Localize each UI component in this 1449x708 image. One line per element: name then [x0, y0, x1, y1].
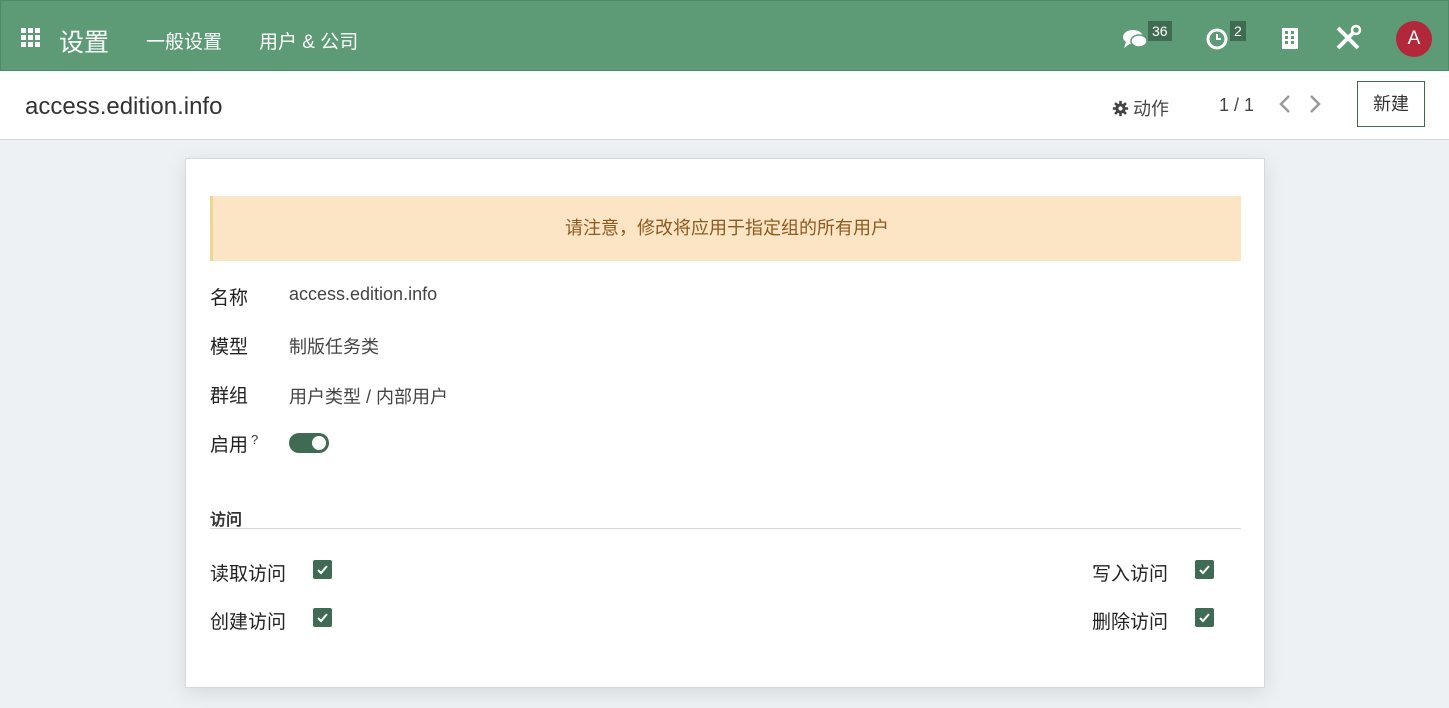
company-button[interactable] [1281, 23, 1299, 51]
checkmark-icon [317, 613, 328, 623]
app-title[interactable]: 设置 [59, 23, 109, 59]
debug-tools-button[interactable] [1334, 23, 1362, 51]
checkmark-icon [1199, 613, 1210, 623]
building-icon [1282, 28, 1298, 49]
apps-menu-icon[interactable] [21, 28, 41, 48]
group-field[interactable]: 用户类型 / 内部用户 [289, 383, 448, 409]
user-avatar[interactable]: A [1396, 21, 1432, 57]
active-toggle[interactable] [289, 433, 329, 453]
active-label: 启用 [210, 435, 249, 456]
chevron-left-icon [1279, 95, 1290, 113]
checkmark-icon [1199, 565, 1210, 575]
delete-access-checkbox[interactable] [1195, 608, 1214, 627]
read-access-label: 读取访问 [210, 564, 287, 585]
write-access-checkbox[interactable] [1195, 560, 1214, 579]
name-field[interactable]: access.edition.info [289, 284, 437, 305]
clock-icon [1206, 28, 1228, 50]
breadcrumb: access.edition.info [25, 93, 223, 120]
group-label: 群组 [210, 386, 249, 407]
warning-alert: 请注意，修改将应用于指定组的所有用户 [210, 196, 1241, 261]
messages-badge: 36 [1148, 21, 1172, 41]
form-sheet: 请注意，修改将应用于指定组的所有用户 名称 access.edition.inf… [185, 158, 1265, 688]
pager-previous-button[interactable] [1277, 93, 1293, 115]
gear-icon [1112, 100, 1129, 116]
checkmark-icon [317, 565, 328, 575]
write-access-label: 写入访问 [1092, 564, 1169, 585]
menu-users-companies[interactable]: 用户 & 公司 [259, 27, 358, 54]
activities-button[interactable]: 2 [1206, 21, 1252, 51]
create-access-label: 创建访问 [210, 612, 287, 633]
section-separator [210, 528, 1241, 529]
top-navbar: 设置 一般设置 用户 & 公司 36 2 A [0, 0, 1449, 71]
read-access-checkbox[interactable] [313, 560, 332, 579]
model-label: 模型 [210, 337, 249, 358]
pager-next-button[interactable] [1307, 93, 1323, 115]
name-label: 名称 [210, 288, 249, 309]
active-label-wrapper: 启用? [210, 430, 258, 457]
toggle-knob [312, 436, 326, 450]
model-field[interactable]: 制版任务类 [289, 333, 379, 359]
delete-access-label: 删除访问 [1092, 612, 1169, 633]
help-tooltip-icon[interactable]: ? [251, 432, 258, 447]
chevron-right-icon [1310, 95, 1321, 113]
tools-icon [1336, 24, 1362, 50]
create-access-checkbox[interactable] [313, 608, 332, 627]
action-menu-button[interactable]: 动作 [1112, 95, 1169, 121]
access-section-title: 访问 [210, 512, 243, 529]
new-button[interactable]: 新建 [1357, 81, 1425, 127]
menu-general-settings[interactable]: 一般设置 [146, 27, 222, 54]
control-panel: access.edition.info 动作 1 / 1 新建 [0, 71, 1449, 140]
action-label: 动作 [1133, 99, 1169, 119]
pager-value[interactable]: 1 / 1 [1219, 95, 1254, 116]
chat-icon [1123, 30, 1148, 48]
activities-badge: 2 [1230, 21, 1246, 41]
messages-button[interactable]: 36 [1122, 21, 1178, 51]
